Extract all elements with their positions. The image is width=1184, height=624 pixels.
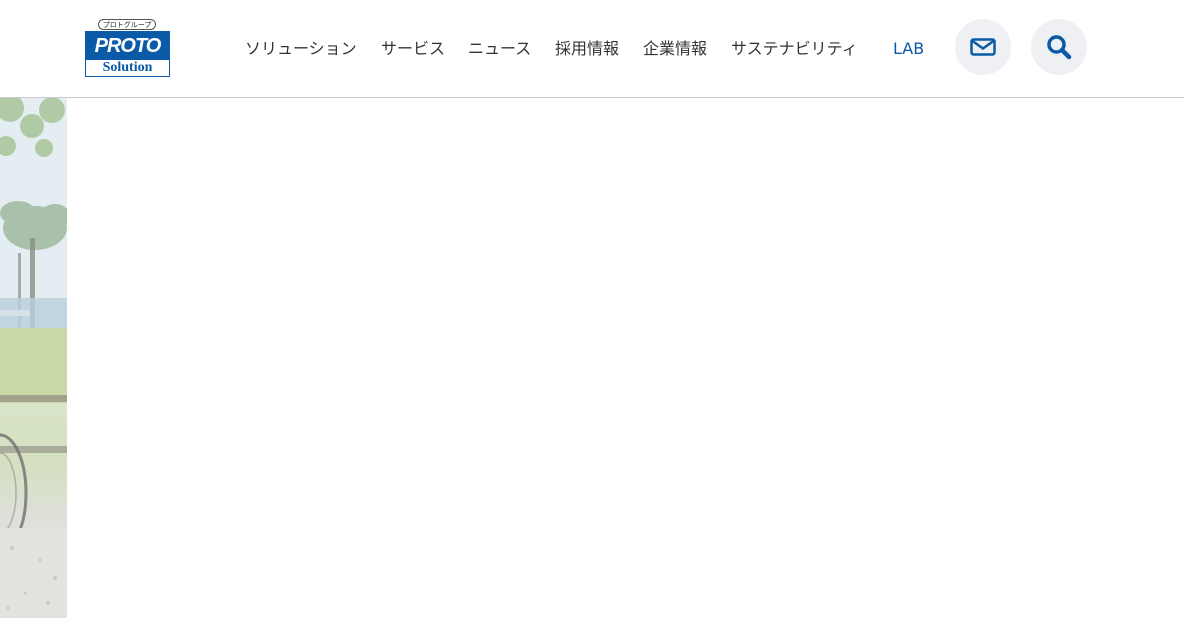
nav-item-recruit[interactable]: 採用情報 xyxy=(555,37,619,61)
hero-photo-strip xyxy=(0,98,67,618)
search-button[interactable] xyxy=(1031,19,1087,75)
contact-button[interactable] xyxy=(955,19,1011,75)
site-header: プロトグループ PROTO Solution ソリューション サービス ニュース… xyxy=(0,0,1184,98)
mail-icon xyxy=(970,38,996,56)
nav-item-lab[interactable]: LAB xyxy=(893,37,924,61)
nav-item-solutions[interactable]: ソリューション xyxy=(245,37,357,61)
hero-photo-image xyxy=(0,98,67,618)
nav-item-services[interactable]: サービス xyxy=(381,37,445,61)
nav-item-sustainability[interactable]: サステナビリティ xyxy=(731,37,858,61)
nav-item-news[interactable]: ニュース xyxy=(468,37,531,61)
main-nav: ソリューション サービス ニュース 採用情報 企業情報 サステナビリティ LAB xyxy=(0,37,940,61)
search-icon xyxy=(1046,34,1072,60)
logo-sub-text: Solution xyxy=(102,60,153,75)
logo-group-label: プロトグループ xyxy=(98,19,156,30)
nav-item-company[interactable]: 企業情報 xyxy=(643,37,707,61)
